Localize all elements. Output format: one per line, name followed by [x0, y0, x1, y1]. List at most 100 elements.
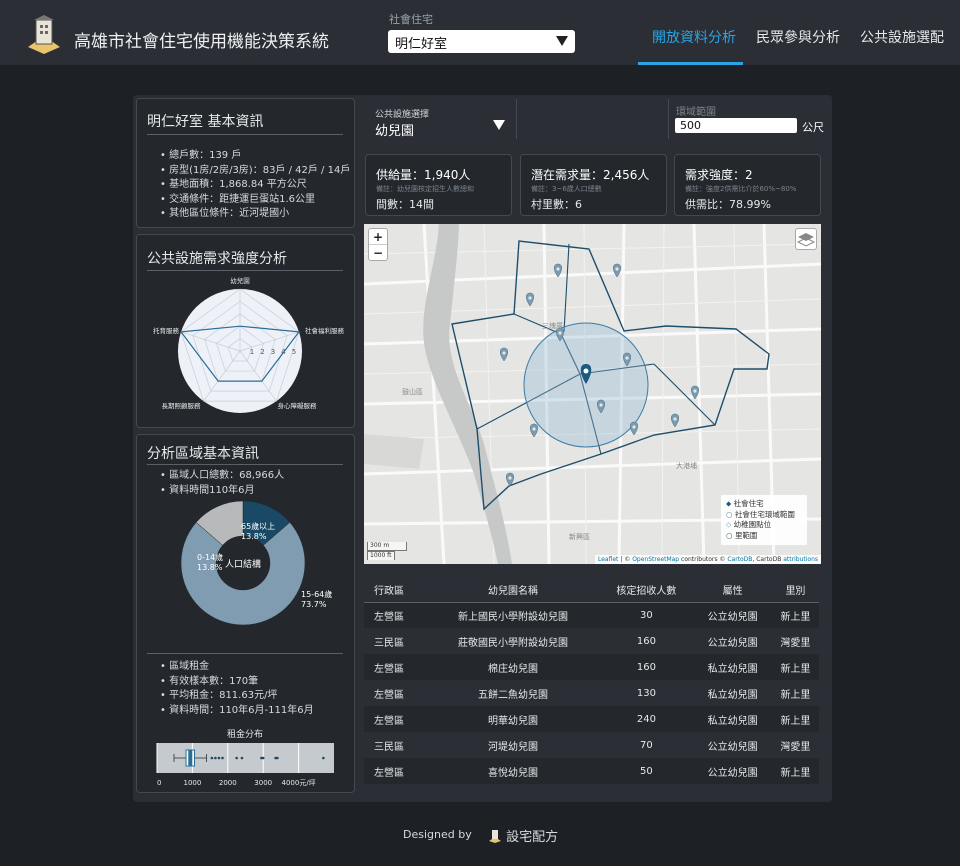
column-header: 里別 — [771, 577, 819, 603]
intensity-value: 需求強度：2 — [685, 168, 753, 182]
cartodb-link[interactable]: CartoDB — [727, 556, 752, 563]
table-cell: 三民區 — [374, 637, 404, 649]
osm-link[interactable]: OpenStreetMap — [632, 556, 679, 563]
donut-slice-label: 15-64歲 — [301, 589, 332, 599]
attribution-text: contributors © — [679, 556, 728, 563]
legend-item: ⬥ 社會住宅 — [726, 499, 802, 510]
map-view[interactable]: 三塊厝 鼓山區 大港埔 新興區 + − ⬥ 社會住宅 ○ 社會住宅環域範圍 ⬦ 幼稚園… — [364, 224, 821, 564]
table-row[interactable]: 左營區 棉庄幼兒園 160 私立幼兒園 新上里 — [364, 654, 819, 680]
radius-unit: 公尺 — [802, 121, 824, 134]
intensity-stat-card: 需求強度：2 備註：強度2供需比介於60%~80% 供需比：78.99% — [674, 154, 821, 216]
list-item: 房型(1房/2房/3房)：83戶 / 42戶 / 14戶 — [160, 164, 350, 179]
table-row[interactable]: 左營區 五餅二魚幼兒園 130 私立幼兒園 新上里 — [364, 680, 819, 706]
column-header: 幼兒園名稱 — [426, 577, 600, 603]
table-cell: 30 — [599, 602, 694, 628]
radar-title: 公共設施需求強度分析 — [147, 251, 287, 267]
table-cell: 五餅二魚幼兒園 — [478, 689, 549, 701]
demand-note: 備註：3~6歲人口總數 — [531, 185, 602, 193]
attributions-link[interactable]: attributions — [783, 556, 818, 563]
divider — [147, 270, 343, 271]
radar-tick-label: 5 — [292, 348, 296, 356]
rent-info-list: 區域租金 有效樣本數：170筆 平均租金：811.63元/坪 資料時間：110年… — [160, 660, 314, 718]
housing-select-label: 社會住宅 — [389, 13, 433, 26]
table-cell: 160 — [636, 635, 656, 647]
attribution-text: © — [624, 556, 633, 563]
housing-select[interactable]: 明仁好室 — [388, 30, 575, 53]
social-housing-pin-icon — [580, 364, 592, 384]
pin-icon: ⬦ — [726, 520, 732, 529]
tab-open-data[interactable]: 開放資料分析 — [652, 27, 736, 47]
table-cell: 莊敬國民小學附設幼兒園 — [458, 637, 569, 649]
table-row[interactable]: 三民區 莊敬國民小學附設幼兒園 160 公立幼兒園 灣愛里 — [364, 628, 819, 654]
chevron-down-icon[interactable] — [493, 120, 505, 130]
table-row[interactable]: 左營區 明華幼兒園 240 私立幼兒園 新上里 — [364, 706, 819, 732]
divider — [668, 99, 669, 139]
pin-dot — [599, 403, 603, 407]
table-cell: 公立幼兒園 — [707, 637, 758, 649]
radar-tick-label: 1 — [250, 348, 254, 356]
legend-item: ○ 里範圍 — [726, 531, 802, 542]
divider — [147, 464, 343, 465]
pin-dot — [556, 267, 560, 271]
leaflet-link[interactable]: Leaflet — [598, 556, 618, 563]
legend-item: ⬦ 幼稚園點位 — [726, 520, 802, 531]
pin-dot — [693, 389, 697, 393]
tab-facility-selection[interactable]: 公共設施選配 — [860, 27, 944, 47]
legend-label: 社會住宅 — [733, 499, 764, 508]
app-logo-icon — [28, 15, 60, 54]
pin-icon: ⬥ — [726, 499, 732, 508]
donut-center-label: 人口結構 — [225, 558, 261, 570]
facility-select[interactable]: 幼兒園 — [375, 120, 414, 139]
radar-axis-label: 托育服務 — [153, 326, 180, 335]
table-row[interactable]: 左營區 喜悅幼兒園 50 公立幼兒園 新上里 — [364, 758, 819, 784]
table-row[interactable]: 左營區 新上國民小學附設幼兒園 30 公立幼兒園 新上里 — [364, 602, 819, 628]
table-cell: 棉庄幼兒園 — [426, 654, 600, 680]
facility-select-label: 公共設施選擇 — [375, 110, 430, 120]
divider — [516, 99, 517, 139]
boxplot-outlier — [210, 756, 214, 760]
region-card: 分析區域基本資訊 區域人口總數：68,966人 資料時間110年6月 人口結構 6… — [136, 434, 355, 793]
table-cell: 河堤幼兒園 — [488, 741, 539, 753]
pin-dot — [583, 368, 589, 374]
map-place-label: 三塊厝 — [542, 321, 563, 330]
footer-brand: 設宅配方 — [488, 826, 558, 845]
legend-label: 里範圍 — [734, 530, 758, 540]
boxplot-outlier — [276, 756, 279, 760]
housing-select-value: 明仁好室 — [395, 37, 448, 52]
radar-axis-label: 社會福利服務 — [305, 326, 345, 335]
table-cell: 新上里 — [771, 758, 819, 784]
supply-value: 供給量：1,940人 — [376, 168, 471, 182]
table-cell: 喜悅幼兒園 — [426, 758, 600, 784]
table-cell: 公立幼兒園 — [693, 758, 772, 784]
divider — [147, 134, 343, 135]
zoom-in-button[interactable]: + — [369, 229, 387, 245]
table-row[interactable]: 三民區 河堤幼兒園 70 公立幼兒園 灣愛里 — [364, 732, 819, 758]
pin-dot — [632, 425, 636, 429]
table-cell: 70 — [640, 739, 653, 751]
radius-input[interactable]: 500 — [675, 118, 797, 133]
brand-logo-icon — [489, 830, 501, 843]
list-item: 資料時間110年6月 — [160, 484, 284, 499]
boxplot-outlier — [240, 756, 244, 760]
table-cell: 新上里 — [771, 602, 819, 628]
zoom-out-button[interactable]: − — [369, 245, 387, 261]
table-cell: 左營區 — [364, 602, 427, 628]
column-header: 核定招收人數 — [599, 577, 694, 603]
tab-public-participation[interactable]: 民眾參與分析 — [756, 27, 840, 47]
pin-dot — [673, 417, 677, 421]
scale-imperial: 1000 ft — [367, 551, 395, 560]
region-title: 分析區域基本資訊 — [147, 446, 259, 462]
zoom-control[interactable]: + − — [368, 228, 388, 261]
demand-value: 潛在需求量：2,456人 — [531, 168, 650, 182]
list-item: 其他區位條件：近河堤國小 — [160, 207, 350, 222]
table-cell: 明華幼兒園 — [426, 706, 600, 732]
column-header: 屬性 — [693, 577, 772, 603]
pin-dot — [502, 351, 506, 355]
legend-label: 幼稚園點位 — [733, 520, 772, 529]
map-attribution: Leaflet | © OpenStreetMap contributors ©… — [594, 555, 821, 564]
radar-tick-label: 2 — [260, 348, 264, 356]
layers-control[interactable] — [795, 228, 817, 250]
legend-label: 社會住宅環域範圍 — [734, 509, 795, 519]
table-cell: 左營區 — [364, 758, 427, 784]
map-place-label: 大港埔 — [676, 461, 697, 470]
